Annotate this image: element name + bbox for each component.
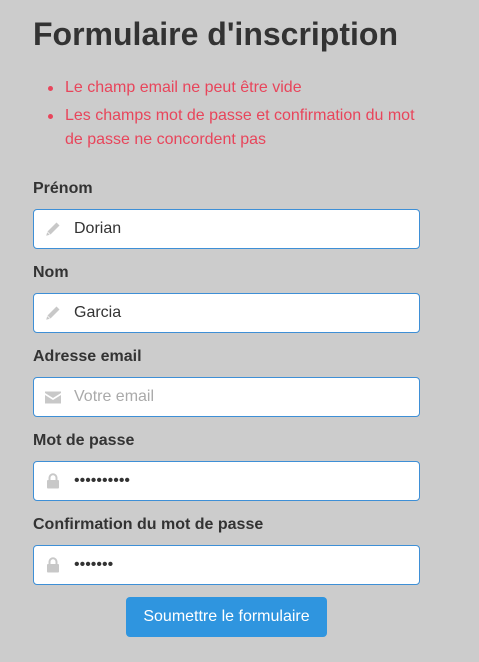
lastname-label: Nom	[33, 264, 69, 281]
lock-icon	[44, 473, 62, 489]
password-confirm-field: Confirmation du mot de passe	[33, 515, 420, 585]
email-input-wrap[interactable]	[33, 377, 420, 417]
page-title: Formulaire d'inscription	[33, 16, 398, 52]
password-input[interactable]	[74, 462, 414, 500]
envelope-icon	[44, 389, 62, 405]
error-message: Le champ email ne peut être vide	[48, 76, 420, 100]
error-message: Les champs mot de passe et confirmation …	[48, 104, 420, 152]
password-field: Mot de passe	[33, 431, 420, 501]
password-confirm-input[interactable]	[74, 546, 414, 584]
lastname-field: Nom	[33, 263, 420, 333]
pencil-icon	[44, 221, 62, 237]
lock-icon	[44, 557, 62, 573]
error-list: Le champ email ne peut être vide Les cha…	[33, 76, 420, 156]
submit-button[interactable]: Soumettre le formulaire	[126, 597, 327, 637]
firstname-field: Prénom	[33, 179, 420, 249]
password-label: Mot de passe	[33, 432, 135, 449]
lastname-input[interactable]	[74, 294, 414, 332]
password-input-wrap[interactable]	[33, 461, 420, 501]
email-input[interactable]	[74, 378, 414, 416]
firstname-input[interactable]	[74, 210, 414, 248]
email-field: Adresse email	[33, 347, 420, 417]
password-confirm-input-wrap[interactable]	[33, 545, 420, 585]
email-label: Adresse email	[33, 348, 142, 365]
lastname-input-wrap[interactable]	[33, 293, 420, 333]
password-confirm-label: Confirmation du mot de passe	[33, 516, 264, 533]
firstname-label: Prénom	[33, 180, 93, 197]
pencil-icon	[44, 305, 62, 321]
firstname-input-wrap[interactable]	[33, 209, 420, 249]
